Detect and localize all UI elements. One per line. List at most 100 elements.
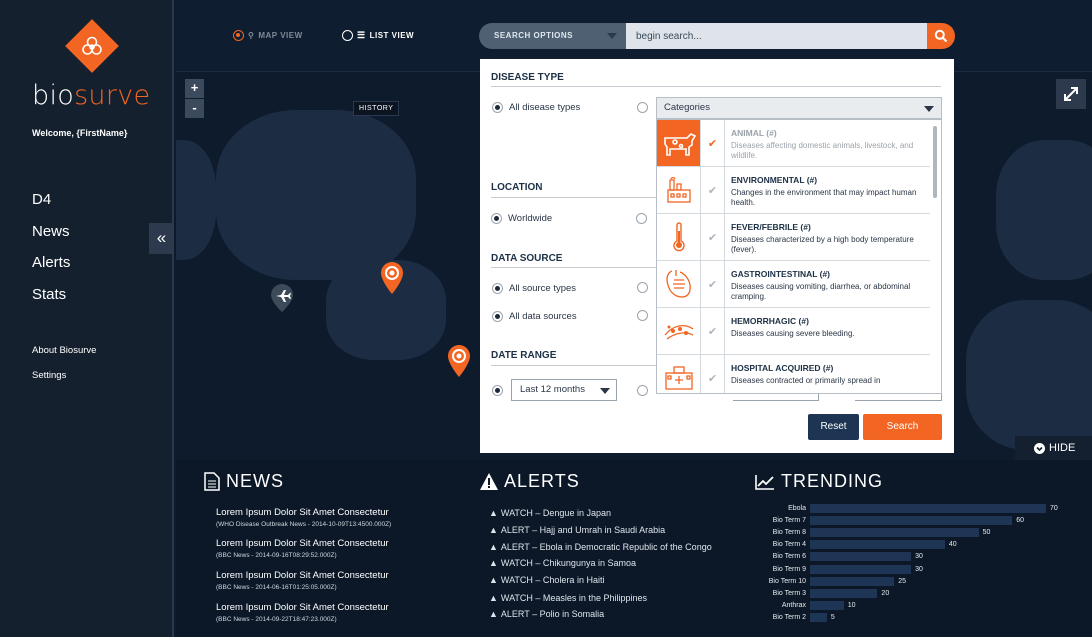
nav-item-about[interactable]: About Biosurve [32, 345, 96, 370]
category-item-hospital[interactable]: ✔ HOSPITAL ACQUIRED (#) Diseases contrac… [657, 355, 930, 393]
divider [491, 197, 656, 198]
map-pin-icon[interactable] [448, 345, 470, 377]
alerts-heading: ALERTS [480, 471, 580, 492]
category-item-gastrointestinal[interactable]: ✔ GASTROINTESTINAL (#) Diseases causing … [657, 261, 930, 308]
divider [491, 86, 941, 87]
date-preset-radio[interactable] [492, 385, 503, 396]
trend-bar[interactable] [810, 552, 912, 562]
trend-label: Bio Term 2 [772, 613, 806, 621]
news-item[interactable]: Lorem Ipsum Dolor Sit Amet Consectetur (B… [216, 602, 389, 623]
reset-button[interactable]: Reset [808, 414, 859, 440]
alert-item[interactable]: ▲ WATCH – Cholera in Haiti [489, 575, 604, 585]
category-desc: Diseases causing severe bleeding. [731, 329, 855, 338]
alert-item[interactable]: ▲ ALERT – Hajj and Umrah in Saudi Arabia [489, 525, 665, 535]
news-title: NEWS [226, 471, 284, 491]
categories-radio[interactable] [637, 102, 648, 113]
source-types-specific-radio[interactable] [637, 282, 648, 293]
trend-bar[interactable] [810, 540, 945, 550]
categories-dropdown[interactable]: Categories [656, 97, 942, 119]
expand-button[interactable] [1056, 79, 1086, 109]
news-item[interactable]: Lorem Ipsum Dolor Sit Amet Consectetur (B… [216, 570, 389, 591]
news-item-title[interactable]: Lorem Ipsum Dolor Sit Amet Consectetur [216, 570, 389, 581]
main-nav: D4 News Alerts Stats [32, 191, 70, 317]
map-view-toggle[interactable]: ⚲ MAP VIEW [233, 30, 303, 41]
trend-bar[interactable] [810, 564, 912, 574]
secondary-nav: About Biosurve Settings [32, 345, 96, 395]
history-label[interactable]: HISTORY [353, 101, 400, 116]
trend-label: Bio Term 6 [772, 553, 806, 561]
trend-bar[interactable] [810, 588, 878, 598]
alert-item[interactable]: ▲ ALERT – Polio in Somalia [489, 609, 604, 619]
trend-label: Bio Term 3 [772, 589, 806, 597]
search-options-panel: DISEASE TYPE All disease types LOCATION … [480, 59, 954, 453]
trending-heading: TRENDING [755, 471, 883, 492]
search-submit-button[interactable] [927, 23, 955, 49]
collapse-sidebar-button[interactable]: « [149, 223, 174, 254]
search-button[interactable]: Search [863, 414, 942, 440]
scrollbar[interactable] [933, 126, 937, 198]
trend-bar[interactable] [810, 528, 979, 538]
trend-value: 10 [847, 601, 856, 609]
news-item-title[interactable]: Lorem Ipsum Dolor Sit Amet Consectetur [216, 507, 391, 518]
all-source-types-radio[interactable] [492, 283, 503, 294]
trend-bar[interactable] [810, 516, 1013, 526]
map-pin-icon[interactable] [381, 262, 403, 294]
news-item-title[interactable]: Lorem Ipsum Dolor Sit Amet Consectetur [216, 602, 389, 613]
warning-small-icon: ▲ [489, 558, 498, 568]
trend-label: Anthrax [781, 601, 806, 609]
alert-item[interactable]: ▲ ALERT – Ebola in Democratic Republic of… [489, 542, 712, 552]
news-item-title[interactable]: Lorem Ipsum Dolor Sit Amet Consectetur [216, 538, 389, 549]
date-range-heading: DATE RANGE [491, 350, 557, 361]
divider [491, 365, 656, 366]
alert-item[interactable]: ▲ WATCH – Dengue in Japan [489, 508, 611, 518]
news-item[interactable]: Lorem Ipsum Dolor Sit Amet Consectetur (B… [216, 538, 389, 559]
warning-small-icon: ▲ [489, 609, 498, 619]
date-range-select[interactable]: Last 12 months [511, 379, 617, 401]
category-item-animal[interactable]: ✔ ANIMAL (#) Diseases affecting domestic… [657, 120, 930, 167]
check-icon: ✔ [701, 167, 725, 213]
location-specific-radio[interactable] [636, 213, 647, 224]
list-view-radio[interactable] [342, 30, 353, 41]
data-source-heading: DATA SOURCE [491, 253, 563, 264]
nav-item-d4[interactable]: D4 [32, 191, 70, 223]
worldwide-radio[interactable] [491, 213, 502, 224]
category-item-environmental[interactable]: ✔ ENVIRONMENTAL (#) Changes in the envir… [657, 167, 930, 214]
trend-value: 70 [1050, 505, 1058, 512]
nav-item-stats[interactable]: Stats [32, 286, 70, 318]
search-options-label: SEARCH OPTIONS [494, 31, 574, 40]
category-item-hemorrhagic[interactable]: ✔ HEMORRHAGIC (#) Diseases causing sever… [657, 308, 930, 355]
intestine-icon [657, 261, 701, 307]
trend-bar[interactable] [810, 600, 844, 610]
nav-item-settings[interactable]: Settings [32, 370, 96, 395]
trend-bar[interactable] [810, 576, 895, 586]
hide-button[interactable]: HIDE [1015, 436, 1092, 460]
category-title: ENVIRONMENTAL (#) [731, 175, 818, 185]
all-data-sources-radio[interactable] [492, 311, 503, 322]
data-sources-specific-radio[interactable] [637, 310, 648, 321]
travel-pin-icon[interactable] [271, 284, 293, 312]
trend-label: Bio Term 9 [772, 565, 806, 573]
trend-bar[interactable] [810, 504, 1046, 513]
nav-item-news[interactable]: News [32, 223, 70, 255]
landmass-africa [966, 300, 1092, 450]
zoom-in-button[interactable]: + [185, 79, 204, 98]
list-view-toggle[interactable]: ☰ LIST VIEW [342, 30, 414, 41]
news-item[interactable]: Lorem Ipsum Dolor Sit Amet Consectetur (W… [216, 507, 391, 528]
category-item-fever[interactable]: ✔ FEVER/FEBRILE (#) Diseases characteriz… [657, 214, 930, 261]
thermometer-icon [657, 214, 701, 260]
zoom-out-button[interactable]: - [185, 99, 204, 118]
alert-item[interactable]: ▲ WATCH – Chikungunya in Samoa [489, 558, 636, 568]
check-icon: ✔ [701, 120, 725, 166]
map-view-radio[interactable] [233, 30, 244, 41]
all-disease-types-radio[interactable] [492, 102, 503, 113]
categories-list[interactable]: ✔ ANIMAL (#) Diseases affecting domestic… [656, 119, 942, 394]
nav-item-alerts[interactable]: Alerts [32, 254, 70, 286]
all-data-sources-label: All data sources [509, 311, 577, 322]
search-input[interactable] [626, 23, 927, 49]
trend-label: Bio Term 8 [772, 529, 806, 537]
check-icon: ✔ [701, 308, 725, 354]
date-custom-radio[interactable] [637, 385, 648, 396]
alert-item[interactable]: ▲ WATCH – Measles in the Philippines [489, 593, 647, 603]
trend-bar[interactable] [810, 612, 827, 622]
search-options-dropdown[interactable]: SEARCH OPTIONS [479, 23, 626, 49]
